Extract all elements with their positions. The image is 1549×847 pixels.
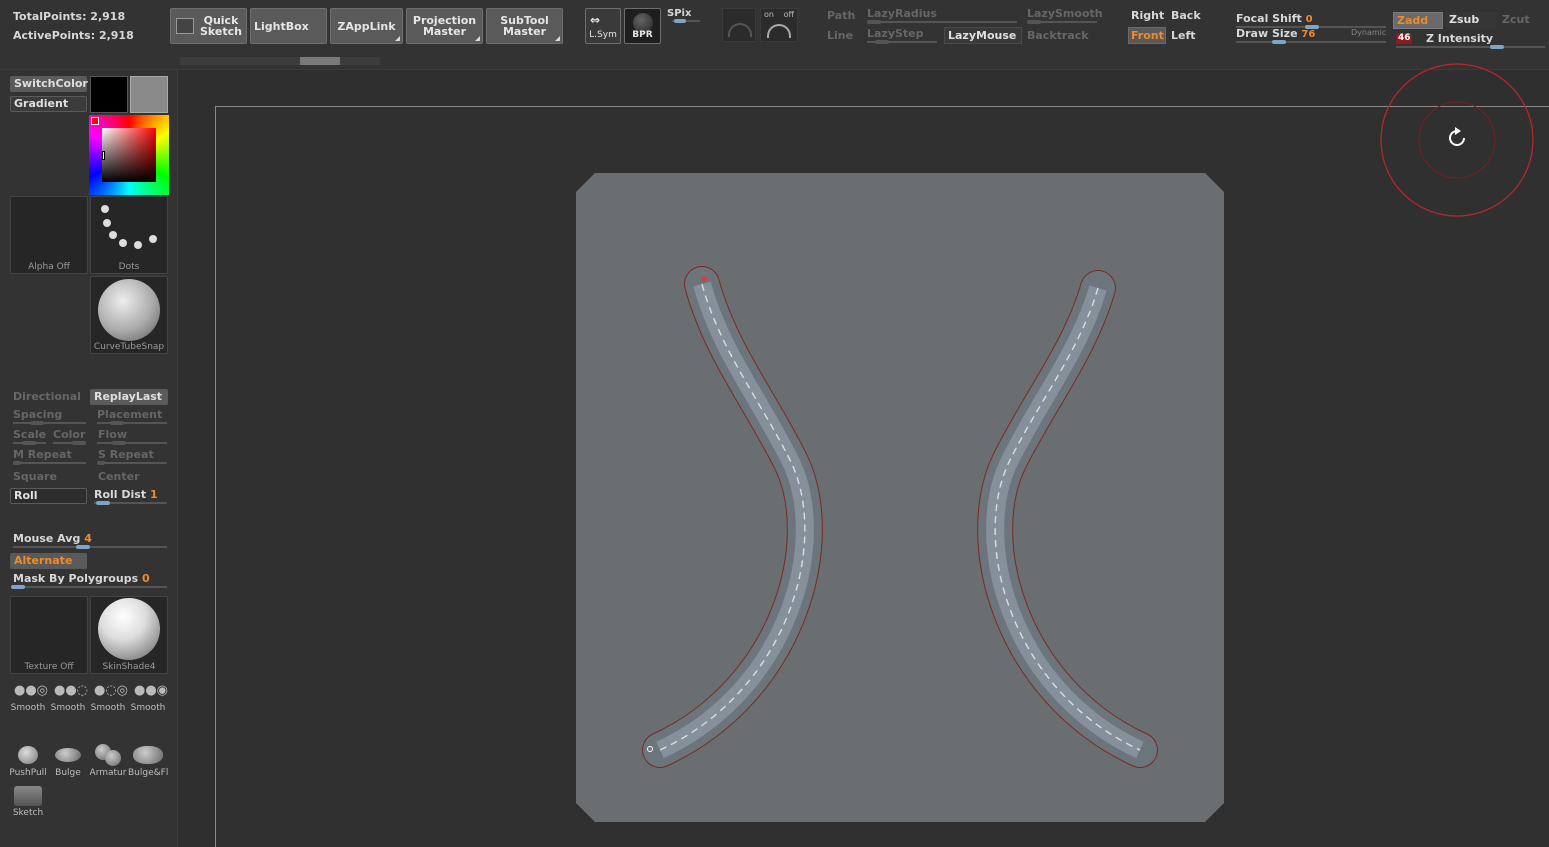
brush-inner-ring — [1418, 101, 1496, 179]
sculpt-viewport[interactable] — [0, 0, 1549, 847]
curve-start-point — [701, 276, 707, 282]
brush-cursor — [1380, 63, 1534, 217]
brush-outer-ring — [1380, 63, 1534, 217]
